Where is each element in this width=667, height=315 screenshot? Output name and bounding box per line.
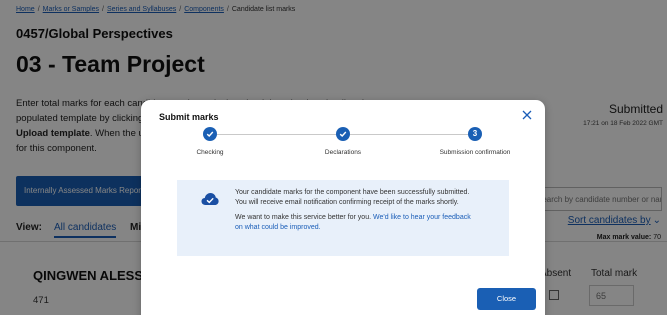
dialog-title: Submit marks: [159, 112, 219, 122]
step-connector: [217, 134, 342, 135]
step-connector: [350, 134, 475, 135]
check-icon: [203, 127, 217, 141]
cloud-check-icon: [201, 192, 219, 206]
step-label-submission-confirmation: Submission confirmation: [439, 149, 511, 156]
success-message: Your candidate marks for the component h…: [235, 188, 480, 232]
success-message-panel: Your candidate marks for the component h…: [177, 180, 509, 256]
check-icon: [336, 127, 350, 141]
feedback-prefix: We want to make this service better for …: [235, 214, 372, 221]
step-label-declarations: Declarations: [324, 149, 362, 156]
close-icon[interactable]: [521, 110, 533, 122]
progress-stepper: 3 Checking Declarations Submission confi…: [141, 127, 545, 161]
feedback-paragraph: We want to make this service better for …: [235, 213, 480, 232]
step-label-checking: Checking: [196, 149, 224, 156]
step-number-current: 3: [468, 127, 482, 141]
close-button[interactable]: Close: [477, 288, 536, 310]
submit-marks-dialog: Submit marks 3 Checking Declarations Sub…: [141, 100, 545, 315]
success-message-text: Your candidate marks for the component h…: [235, 189, 470, 206]
